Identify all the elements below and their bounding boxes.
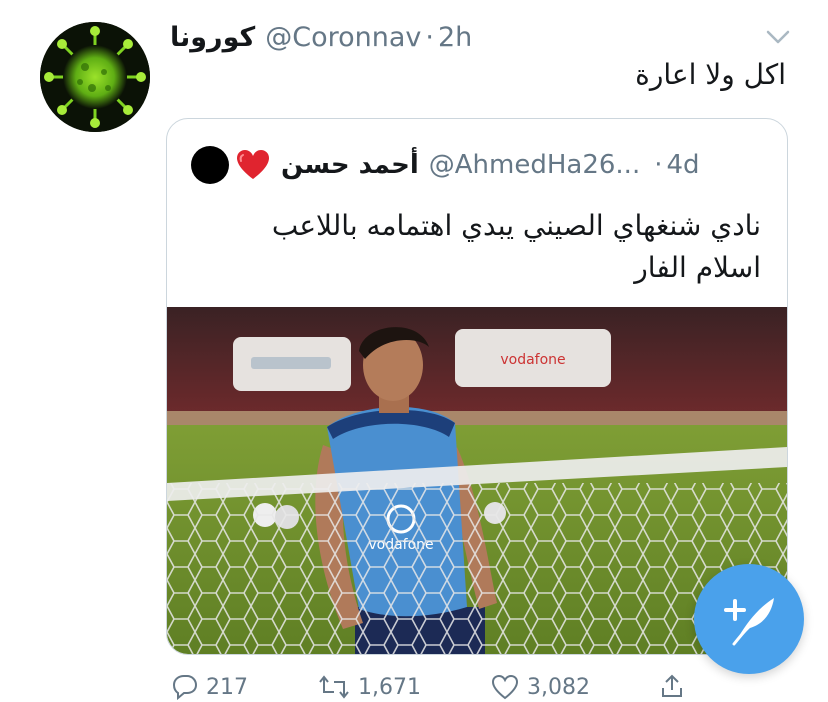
coronavirus-icon <box>40 22 150 132</box>
tweet-header: كورونا @Coronnav · 2h <box>170 18 472 56</box>
tweet-text: اكل ولا اعارة <box>635 58 786 91</box>
author-name[interactable]: كورونا <box>170 22 255 53</box>
red-heart-icon <box>237 150 269 179</box>
share-icon <box>661 674 682 697</box>
quoted-tweet-header: أحمد حسن @AhmedHa26... · 4d <box>191 145 700 185</box>
like-button[interactable]: 3,082 <box>491 674 590 700</box>
quoted-author-name[interactable]: أحمد حسن <box>281 150 419 180</box>
photo-ad-board-text: vodafone <box>500 352 565 368</box>
share-button[interactable] <box>660 674 692 700</box>
quoted-separator-dot: · <box>654 150 663 180</box>
quoted-tweet-text: نادي شنغهاي الصيني يبدي اهتمامه باللاعب … <box>201 205 761 289</box>
compose-tweet-button[interactable] <box>694 564 804 674</box>
separator-dot: · <box>425 21 434 53</box>
tweet-time[interactable]: 2h <box>438 22 472 53</box>
reply-icon <box>172 675 198 700</box>
quoted-author-handle[interactable]: @AhmedHa26... <box>429 150 640 180</box>
compose-feather-icon <box>724 598 774 646</box>
heart-outline-icon <box>491 674 518 700</box>
quoted-text-line-2: اسلام الفار <box>634 251 761 284</box>
chevron-down-icon[interactable] <box>764 26 792 48</box>
retweet-icon <box>319 675 349 699</box>
retweet-button[interactable]: 1,671 <box>318 674 421 700</box>
reply-button[interactable]: 217 <box>170 674 248 700</box>
quoted-tweet-time[interactable]: 4d <box>666 150 699 180</box>
quoted-text-line-1: نادي شنغهاي الصيني يبدي اهتمامه باللاعب <box>271 209 761 242</box>
author-avatar[interactable] <box>40 22 150 132</box>
author-handle[interactable]: @Coronnav <box>265 22 421 53</box>
quoted-author-avatar[interactable] <box>191 146 229 184</box>
tweet-action-bar: 217 1,671 3,082 <box>170 672 710 702</box>
